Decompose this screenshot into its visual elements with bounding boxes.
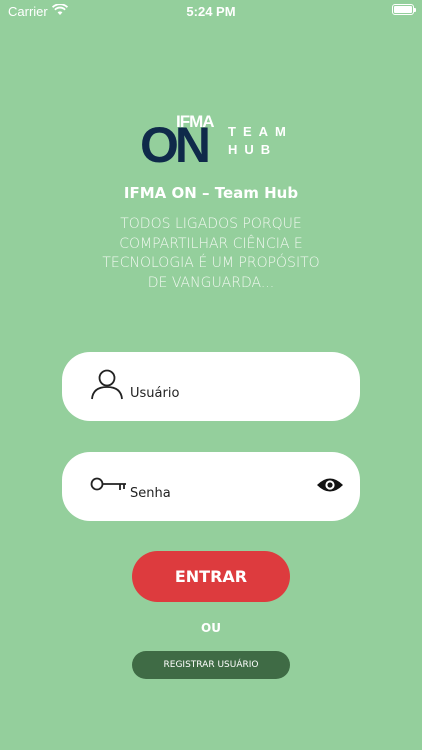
- user-icon: [90, 368, 124, 404]
- battery-icon: [392, 4, 416, 15]
- logo-hub-text: HUB: [228, 142, 278, 157]
- tagline: TODOS LIGADOS PORQUE COMPARTILHAR CIÊNCI…: [102, 216, 320, 291]
- logo-team-text: TEAM: [228, 124, 293, 139]
- app-logo: IFMA ON TEAM HUB: [140, 112, 290, 172]
- logo-on-text: ON: [140, 117, 211, 173]
- password-field[interactable]: [62, 452, 360, 521]
- eye-icon[interactable]: [316, 476, 344, 498]
- username-input[interactable]: [130, 386, 310, 401]
- username-field[interactable]: [62, 352, 360, 421]
- status-time: 5:24 PM: [186, 4, 236, 19]
- status-bar: Carrier 5:24 PM: [0, 0, 422, 22]
- key-icon: [90, 476, 128, 498]
- register-user-button[interactable]: REGISTRAR USUÁRIO: [132, 651, 290, 679]
- password-input[interactable]: [130, 486, 310, 501]
- or-label: OU: [201, 621, 221, 635]
- enter-button[interactable]: ENTRAR: [132, 551, 290, 602]
- app-title: IFMA ON – Team Hub: [123, 184, 299, 202]
